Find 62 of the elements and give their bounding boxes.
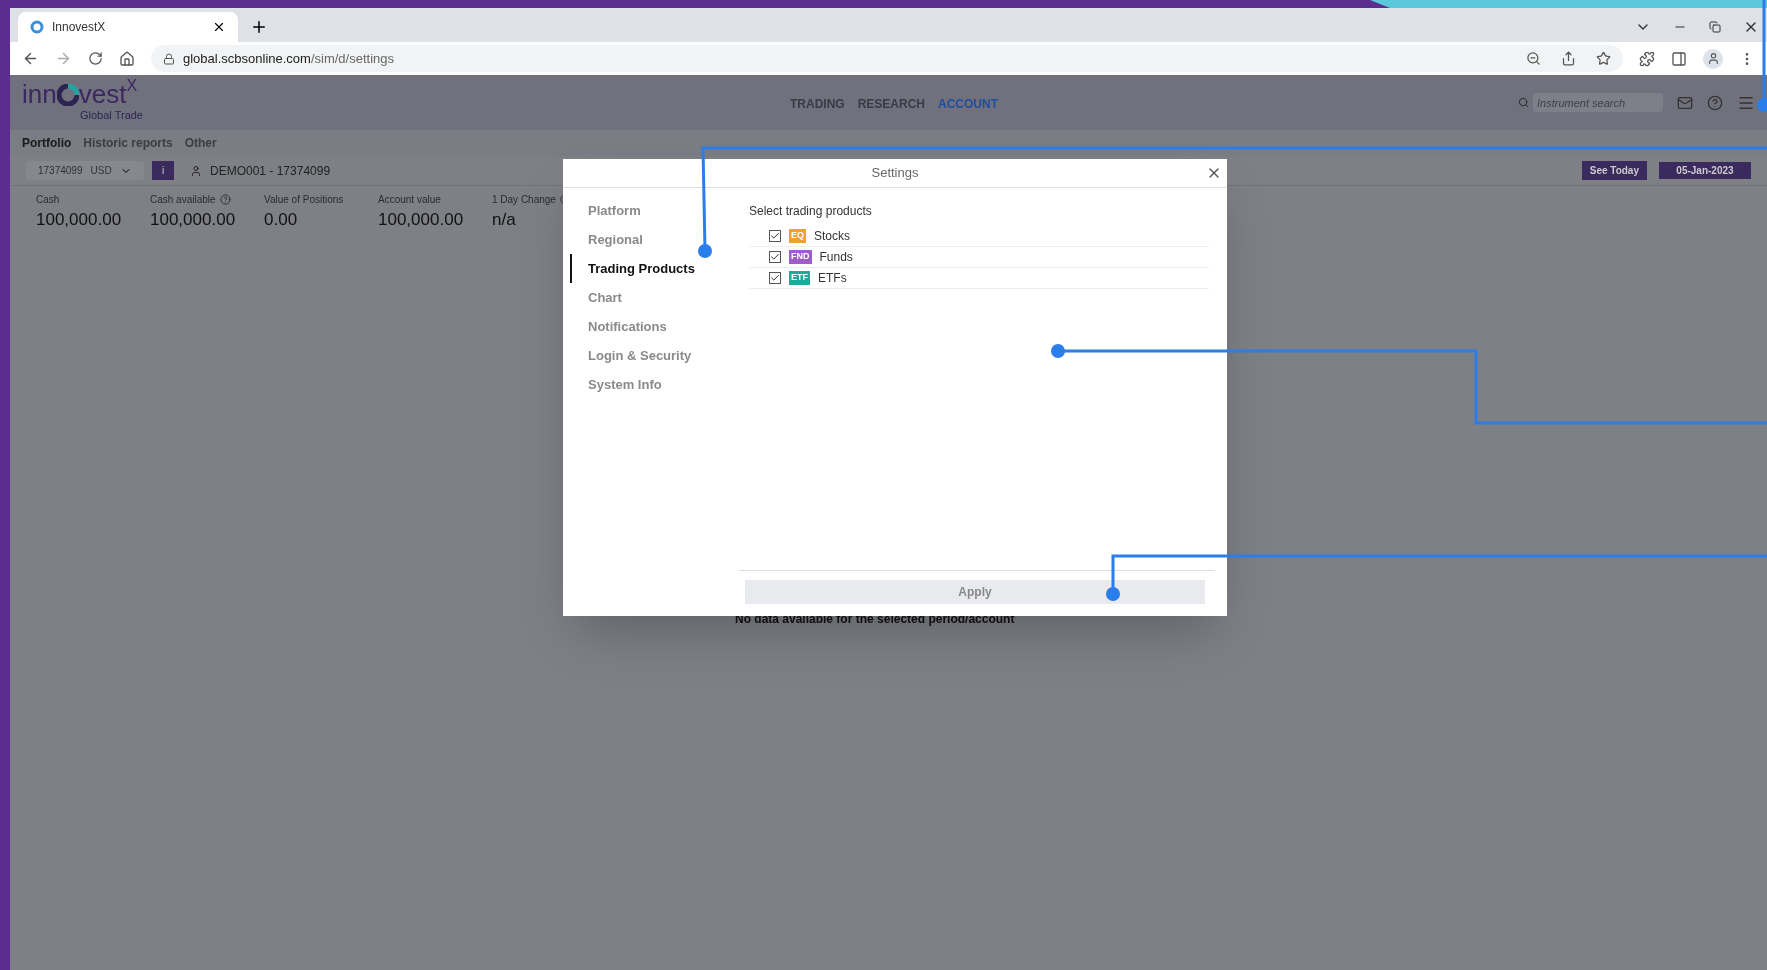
summary-label: 1 Day Change bbox=[492, 193, 556, 207]
settings-menu-item[interactable]: Regional bbox=[570, 225, 739, 254]
summary-value: 100,000.00 bbox=[150, 209, 237, 231]
star-icon[interactable] bbox=[1596, 51, 1611, 66]
share-icon[interactable] bbox=[1561, 51, 1576, 66]
tab-title: InnovestX bbox=[52, 19, 107, 36]
product-label: ETFs bbox=[818, 270, 847, 287]
url-text: global.scbsonline.com/sim/d/settings bbox=[183, 49, 395, 68]
summary-value: n/a bbox=[492, 209, 517, 231]
checkbox[interactable] bbox=[769, 272, 781, 284]
settings-menu-item[interactable]: Login & Security bbox=[570, 341, 739, 370]
settings-menu-item[interactable]: Chart bbox=[570, 283, 739, 312]
account-user: DEMO001 - 17374099 bbox=[210, 162, 331, 180]
restore-icon[interactable] bbox=[1709, 21, 1721, 33]
settings-menu-item[interactable]: Notifications bbox=[570, 312, 739, 341]
summary-label: Value of Positions bbox=[264, 193, 344, 207]
nav-link[interactable]: TRADING bbox=[790, 95, 845, 113]
summary-label: Cash bbox=[36, 193, 60, 207]
checkbox[interactable] bbox=[769, 230, 781, 242]
product-badge: FND bbox=[789, 250, 812, 264]
summary-label: Account value bbox=[378, 193, 441, 207]
date-button[interactable]: 05-Jan-2023 bbox=[1659, 162, 1751, 179]
summary-value: 100,000.00 bbox=[378, 209, 465, 231]
summary-label: Cash available bbox=[150, 193, 216, 207]
section-title: Select trading products bbox=[749, 203, 873, 220]
help-icon[interactable] bbox=[1707, 94, 1723, 111]
checkbox[interactable] bbox=[769, 251, 781, 263]
address-bar[interactable]: global.scbsonline.com/sim/d/settings bbox=[151, 45, 1623, 72]
see-today-button[interactable]: See Today bbox=[1581, 161, 1647, 180]
dialog-title: Settings bbox=[871, 164, 919, 183]
subnav-tab[interactable]: Portfolio bbox=[22, 134, 72, 152]
instrument-search-field[interactable]: Instrument search bbox=[1533, 93, 1663, 112]
subnav-tab[interactable]: Other bbox=[184, 134, 217, 152]
side-panel-icon[interactable] bbox=[1671, 50, 1687, 67]
summary-value: 100,000.00 bbox=[36, 209, 123, 231]
product-badge: EQ bbox=[789, 229, 806, 243]
extensions-icon[interactable] bbox=[1639, 50, 1655, 67]
help-icon[interactable] bbox=[219, 194, 231, 205]
nav-link[interactable]: RESEARCH bbox=[857, 95, 925, 113]
zoom-out-icon[interactable] bbox=[1526, 51, 1541, 66]
product-badge: ETF bbox=[789, 271, 810, 285]
close-icon[interactable] bbox=[212, 20, 226, 34]
info-button[interactable]: i bbox=[152, 161, 174, 180]
account-select[interactable]: 17374099 USD bbox=[26, 161, 144, 180]
mail-icon[interactable] bbox=[1677, 94, 1693, 111]
apply-button[interactable]: Apply bbox=[745, 580, 1205, 604]
user-icon bbox=[190, 164, 202, 177]
home-icon[interactable] bbox=[119, 50, 135, 67]
profile-avatar[interactable] bbox=[1703, 48, 1723, 69]
product-label: Funds bbox=[819, 249, 853, 266]
summary-value: 0.00 bbox=[264, 209, 299, 231]
lock-icon bbox=[163, 52, 175, 65]
app-logo-icon bbox=[30, 20, 44, 34]
new-tab-icon[interactable] bbox=[250, 18, 268, 36]
subnav-tab[interactable]: Historic reports bbox=[83, 134, 173, 152]
product-label: Stocks bbox=[814, 228, 851, 245]
browser-tab[interactable]: InnovestX bbox=[18, 12, 238, 42]
settings-menu-item[interactable]: System Info bbox=[570, 370, 739, 399]
settings-menu-item[interactable]: Platform bbox=[570, 196, 739, 225]
search-icon bbox=[1518, 97, 1529, 108]
back-icon[interactable] bbox=[22, 50, 39, 67]
reload-icon[interactable] bbox=[88, 51, 103, 66]
